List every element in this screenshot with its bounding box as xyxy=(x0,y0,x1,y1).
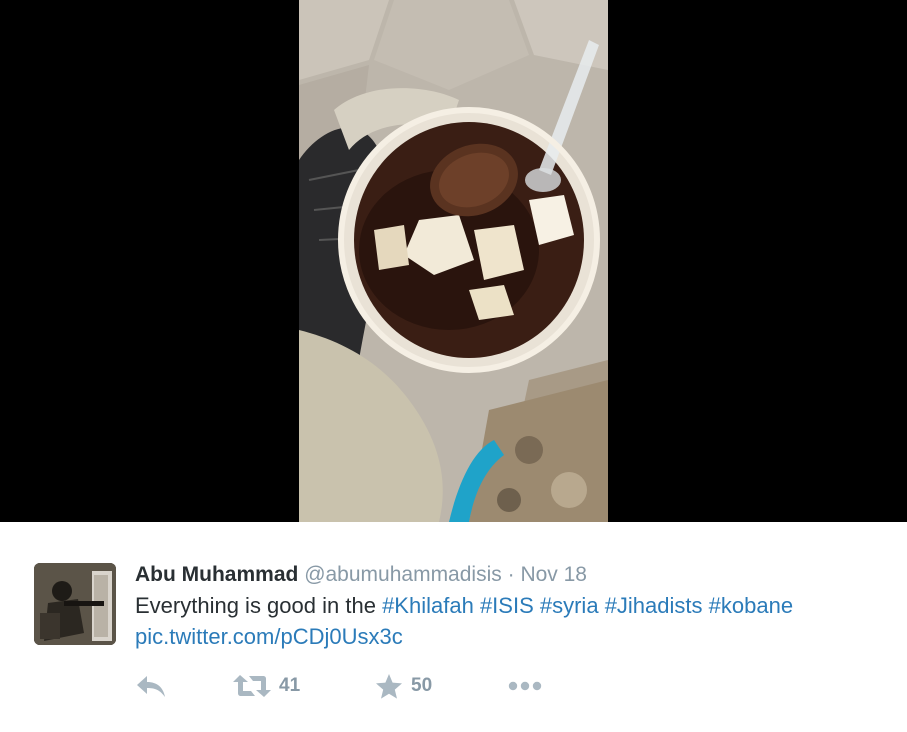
separator-dot: · xyxy=(507,563,515,586)
retweet-count: 41 xyxy=(279,675,301,696)
hashtag-kobane[interactable]: #kobane xyxy=(709,593,793,618)
user-handle[interactable]: @abumuhammadisis xyxy=(304,563,502,586)
more-icon xyxy=(508,681,542,691)
display-name[interactable]: Abu Muhammad xyxy=(135,563,298,586)
media-container xyxy=(0,0,907,522)
tweet-text-prefix: Everything is good in the xyxy=(135,593,376,618)
tweet-link-line: pic.twitter.com/pCDj0Usx3c xyxy=(135,622,403,652)
star-icon xyxy=(376,674,402,699)
retweet-button[interactable]: 41 xyxy=(233,668,300,704)
avatar[interactable] xyxy=(34,563,116,645)
photo-illustration xyxy=(299,0,608,522)
hashtag-khilafah[interactable]: #Khilafah xyxy=(382,593,474,618)
hashtag-jihadists[interactable]: #Jihadists xyxy=(605,593,703,618)
pic-link[interactable]: pic.twitter.com/pCDj0Usx3c xyxy=(135,624,403,649)
tweet-actions: 41 50 xyxy=(135,668,555,704)
favorite-count: 50 xyxy=(411,675,433,696)
favorite-button[interactable]: 50 xyxy=(375,668,432,704)
avatar-image xyxy=(34,563,116,645)
more-button[interactable] xyxy=(507,668,543,704)
tweet-header: Abu Muhammad @abumuhammadisis · Nov 18 xyxy=(135,561,587,589)
hashtag-isis[interactable]: #ISIS xyxy=(480,593,534,618)
reply-button[interactable] xyxy=(135,668,167,704)
reply-icon xyxy=(137,676,165,697)
hashtag-syria[interactable]: #syria xyxy=(540,593,599,618)
tweet-text: Everything is good in the #Khilafah #ISI… xyxy=(135,591,793,621)
tweet-date[interactable]: Nov 18 xyxy=(520,563,587,586)
tweet-photo[interactable] xyxy=(299,0,608,522)
retweet-icon xyxy=(233,675,271,697)
